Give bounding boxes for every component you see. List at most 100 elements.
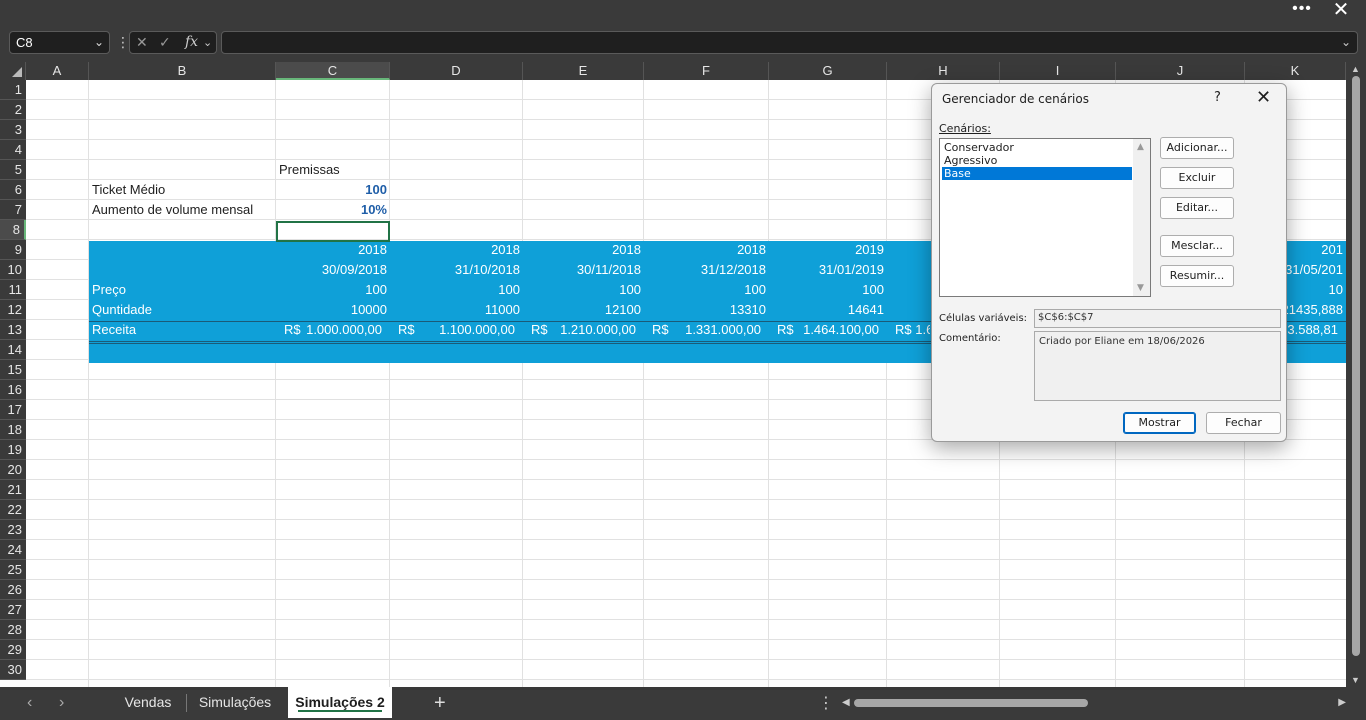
row-header-14[interactable]: 14 <box>0 340 26 360</box>
expand-formula-icon[interactable]: ⌄ <box>1341 35 1351 49</box>
horizontal-scrollbar[interactable]: ◀ ▶ <box>840 695 1348 711</box>
more-options-icon[interactable]: ••• <box>1289 0 1315 20</box>
gridline-horizontal <box>26 639 1346 640</box>
column-header-j[interactable]: J <box>1116 62 1245 80</box>
scenario-item[interactable]: Agressivo <box>942 154 1132 167</box>
scroll-down-icon[interactable]: ▼ <box>1351 675 1360 685</box>
tab-vendas[interactable]: Vendas <box>115 687 181 718</box>
edit-button[interactable]: Editar... <box>1160 197 1234 219</box>
row-header-4[interactable]: 4 <box>0 140 26 160</box>
formula-input[interactable]: ⌄ <box>221 31 1358 54</box>
select-all-button[interactable] <box>0 62 26 80</box>
row-header-24[interactable]: 24 <box>0 540 26 560</box>
row-header-5[interactable]: 5 <box>0 160 26 180</box>
next-sheet-icon[interactable]: › <box>59 694 64 712</box>
enter-icon[interactable]: ✓ <box>159 34 171 51</box>
tab-simulacoes-2[interactable]: Simulações 2 <box>288 687 392 718</box>
row-header-23[interactable]: 23 <box>0 520 26 540</box>
merge-button[interactable]: Mesclar... <box>1160 235 1234 257</box>
name-box[interactable]: C8 ⌄ <box>9 31 110 54</box>
active-cell-c8[interactable] <box>276 221 390 242</box>
cell-row10-3: 31/12/2018 <box>700 262 766 277</box>
column-header-e[interactable]: E <box>523 62 644 80</box>
formula-buttons: ✕ ✓ fx ⌄ <box>129 31 217 54</box>
scenario-item[interactable]: Conservador <box>942 141 1132 154</box>
row-header-10[interactable]: 10 <box>0 260 26 280</box>
cell-row9-1: 2018 <box>491 242 520 257</box>
close-icon[interactable]: ✕ <box>1256 87 1271 108</box>
row-header-29[interactable]: 29 <box>0 640 26 660</box>
cell-c5: Premissas <box>279 162 340 177</box>
more-vertical-icon[interactable]: ⋮ <box>116 35 130 49</box>
scenario-item-selected[interactable]: Base <box>942 167 1132 180</box>
chevron-down-icon[interactable]: ⌄ <box>94 35 104 49</box>
row-header-15[interactable]: 15 <box>0 360 26 380</box>
summary-button[interactable]: Resumir... <box>1160 265 1234 287</box>
cell-row11-2: 100 <box>619 282 641 297</box>
row-header-1[interactable]: 1 <box>0 80 26 100</box>
scroll-up-icon[interactable]: ▲ <box>1137 142 1144 152</box>
prev-sheet-icon[interactable]: ‹ <box>27 694 32 712</box>
close-window-button[interactable]: ✕ <box>1330 0 1352 20</box>
row-header-28[interactable]: 28 <box>0 620 26 640</box>
delete-button[interactable]: Excluir <box>1160 167 1234 189</box>
scroll-down-icon[interactable]: ▼ <box>1137 283 1144 293</box>
cell-row12-1: 11000 <box>484 302 520 317</box>
column-header-c[interactable]: C <box>276 62 390 80</box>
scroll-up-icon[interactable]: ▲ <box>1351 64 1360 74</box>
row-header-21[interactable]: 21 <box>0 480 26 500</box>
column-header-f[interactable]: F <box>644 62 769 80</box>
row-header-26[interactable]: 26 <box>0 580 26 600</box>
row-header-7[interactable]: 7 <box>0 200 26 220</box>
column-header-a[interactable]: A <box>26 62 89 80</box>
column-header-b[interactable]: B <box>89 62 276 80</box>
scroll-right-icon[interactable]: ▶ <box>1338 697 1346 708</box>
cancel-icon[interactable]: ✕ <box>136 34 148 51</box>
show-button[interactable]: Mostrar <box>1123 412 1196 434</box>
comment-label: Comentário: <box>939 333 1001 344</box>
listbox-scrollbar[interactable]: ▲ ▼ <box>1133 139 1150 296</box>
add-button[interactable]: Adicionar... <box>1160 137 1234 159</box>
row-header-30[interactable]: 30 <box>0 660 26 680</box>
row-header-2[interactable]: 2 <box>0 100 26 120</box>
changing-cells-field: $C$6:$C$7 <box>1034 309 1281 328</box>
row-header-3[interactable]: 3 <box>0 120 26 140</box>
chevron-down-icon[interactable]: ⌄ <box>203 36 212 49</box>
horizontal-scroll-thumb[interactable] <box>854 699 1088 707</box>
row-header-12[interactable]: 12 <box>0 300 26 320</box>
row-header-25[interactable]: 25 <box>0 560 26 580</box>
vertical-scrollbar[interactable]: ▲ ▼ <box>1346 62 1366 687</box>
cell-row11-0: 100 <box>365 282 387 297</box>
scenarios-listbox[interactable]: Conservador Agressivo Base ▲ ▼ <box>939 138 1151 297</box>
column-header-k[interactable]: K <box>1245 62 1346 80</box>
row-header-11[interactable]: 11 <box>0 280 26 300</box>
row-header-27[interactable]: 27 <box>0 600 26 620</box>
row-header-6[interactable]: 6 <box>0 180 26 200</box>
vertical-scroll-thumb[interactable] <box>1352 76 1360 656</box>
row-header-18[interactable]: 18 <box>0 420 26 440</box>
close-button[interactable]: Fechar <box>1206 412 1281 434</box>
row-header-17[interactable]: 17 <box>0 400 26 420</box>
gridline-horizontal <box>26 539 1346 540</box>
row-header-19[interactable]: 19 <box>0 440 26 460</box>
more-vertical-icon[interactable]: ⋮ <box>818 693 834 713</box>
scroll-left-icon[interactable]: ◀ <box>842 697 850 708</box>
cell-row13-4: 1.464.100,00 <box>803 322 879 337</box>
column-header-g[interactable]: G <box>769 62 887 80</box>
row-header-20[interactable]: 20 <box>0 460 26 480</box>
row-header-16[interactable]: 16 <box>0 380 26 400</box>
insert-function-icon[interactable]: fx <box>185 34 198 50</box>
column-header-h[interactable]: H <box>887 62 1000 80</box>
row-header-22[interactable]: 22 <box>0 500 26 520</box>
row-header-8[interactable]: 8 <box>0 220 26 240</box>
row-header-13[interactable]: 13 <box>0 320 26 340</box>
column-header-d[interactable]: D <box>390 62 523 80</box>
cell-row10-1: 31/10/2018 <box>454 262 520 277</box>
column-header-i[interactable]: I <box>1000 62 1116 80</box>
comment-field: Criado por Eliane em 18/06/2026 <box>1034 331 1281 401</box>
help-icon[interactable]: ? <box>1214 90 1221 105</box>
row-header-9[interactable]: 9 <box>0 240 26 260</box>
tab-simulacoes[interactable]: Simulações <box>190 687 280 718</box>
add-sheet-button[interactable]: + <box>434 692 446 715</box>
cell-row13-0: 1.000.000,00 <box>306 322 382 337</box>
